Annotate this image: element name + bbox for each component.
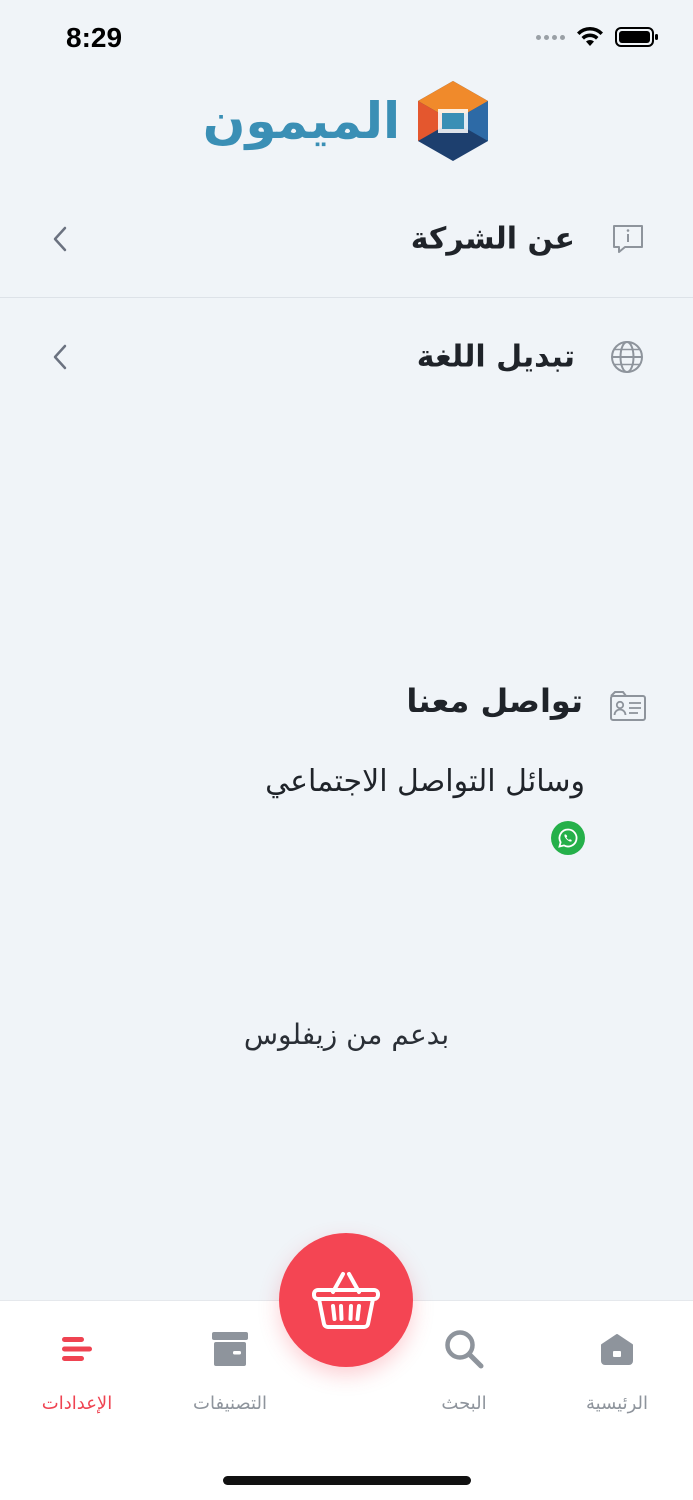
status-time: 8:29: [66, 22, 123, 53]
settings-menu-icon: [62, 1337, 92, 1361]
brand-logo: الميمون: [0, 76, 693, 166]
wifi-icon: [577, 26, 603, 46]
archive-box-icon: [212, 1332, 248, 1366]
tab-settings[interactable]: الإعدادات: [7, 1327, 147, 1414]
change-language-row[interactable]: تبديل اللغة: [0, 298, 693, 416]
signal-icon: [536, 34, 565, 40]
tab-search-label: البحث: [441, 1393, 487, 1414]
brand-name: الميمون: [202, 92, 401, 150]
tab-home[interactable]: الرئيسية: [547, 1327, 687, 1414]
tab-settings-label: الإعدادات: [41, 1393, 113, 1414]
change-language-label: تبديل اللغة: [416, 339, 575, 375]
about-company-label: عن الشركة: [410, 221, 575, 256]
battery-icon: [615, 27, 658, 47]
globe-icon: [611, 341, 643, 373]
whatsapp-button[interactable]: [551, 821, 585, 855]
brand-hexagon-icon: [418, 81, 489, 161]
chevron-left-icon: [53, 226, 67, 251]
about-company-row[interactable]: عن الشركة: [0, 180, 693, 298]
social-media-label: وسائل التواصل الاجتماعي: [265, 764, 585, 799]
tab-home-label: الرئيسية: [586, 1393, 648, 1414]
powered-by-text: بدعم من زيفلوس: [243, 1018, 450, 1051]
chevron-left-icon: [53, 344, 67, 370]
tab-categories[interactable]: التصنيفات: [160, 1327, 300, 1414]
basket-icon: [312, 1272, 380, 1329]
info-message-icon: [613, 224, 643, 253]
home-icon: [601, 1334, 633, 1365]
contact-us-title: تواصل معنا: [406, 682, 583, 720]
cart-button[interactable]: [279, 1233, 413, 1367]
whatsapp-icon: [558, 828, 578, 848]
contact-card-icon: [610, 691, 646, 721]
status-icons: [536, 26, 659, 48]
tab-categories-label: التصنيفات: [193, 1393, 267, 1414]
home-indicator: [223, 1476, 471, 1485]
search-icon: [445, 1330, 484, 1369]
status-bar: 8:29: [0, 0, 693, 80]
tab-search[interactable]: البحث: [394, 1327, 534, 1414]
